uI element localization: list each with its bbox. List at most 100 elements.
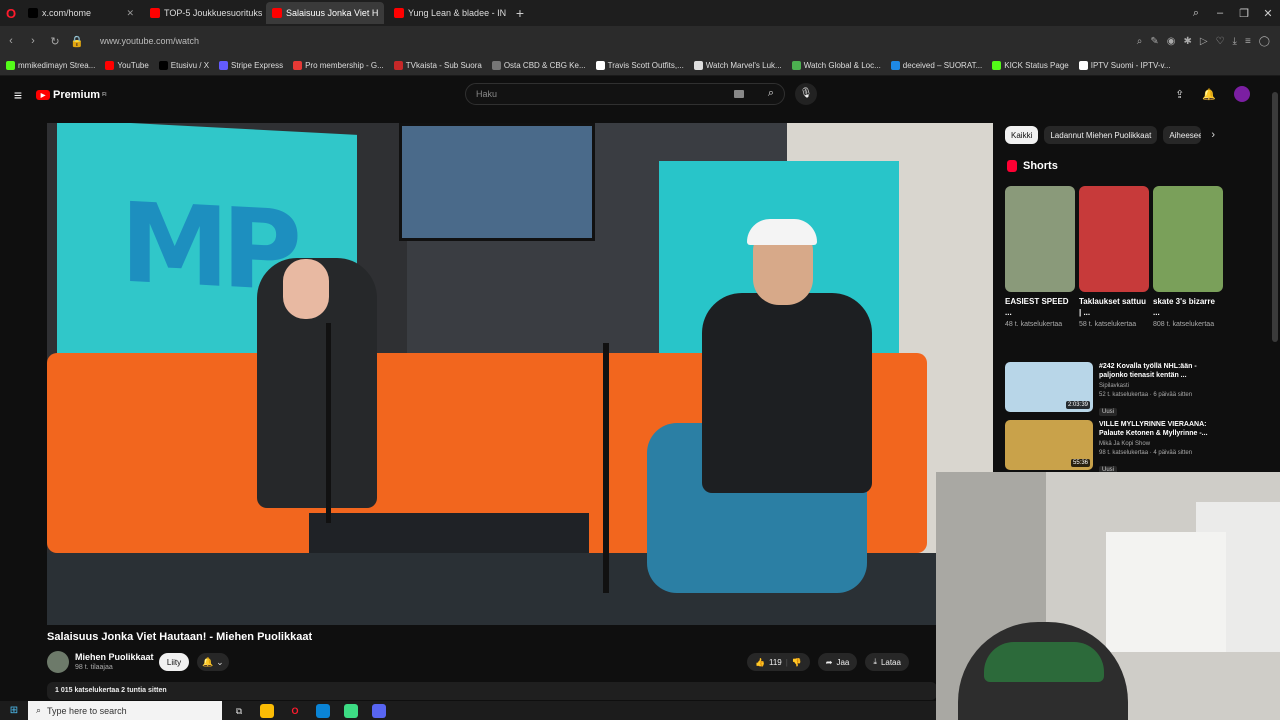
- channel-name[interactable]: Miehen Puolikkaat: [75, 652, 154, 662]
- bookmark-item[interactable]: mmikedimayn Strea...: [6, 61, 95, 70]
- short-thumbnail[interactable]: [1079, 186, 1149, 292]
- bookmark-item[interactable]: Watch Marvel's Luk...: [693, 61, 782, 70]
- reload-button[interactable]: ↻: [44, 35, 66, 48]
- bookmark-item[interactable]: YouTube: [105, 61, 149, 70]
- browser-tab[interactable]: TOP-5 Joukkuesuorituksei✕: [144, 2, 262, 24]
- bookmark-item[interactable]: TVkaista - Sub Suora: [393, 61, 482, 70]
- like-button[interactable]: 👍 119 | 👎: [747, 653, 810, 671]
- short-title[interactable]: Taklaukset sattuu | ...: [1079, 296, 1149, 318]
- video-scene-table: [309, 513, 589, 553]
- channel-avatar[interactable]: [47, 651, 69, 673]
- bookmark-item[interactable]: Travis Scott Outfits,...: [595, 61, 684, 70]
- search-input[interactable]: Haku ⌕: [465, 83, 785, 105]
- bookmark-item[interactable]: Pro membership - G...: [293, 61, 384, 70]
- thumbs-down-icon[interactable]: 👎: [792, 658, 802, 667]
- short-title[interactable]: skate 3's bizarre ...: [1153, 296, 1223, 318]
- bookmark-item[interactable]: Etusivu / X: [158, 61, 209, 70]
- chevron-right-icon[interactable]: ›: [1211, 129, 1215, 141]
- description-box[interactable]: 1 015 katselukertaa 2 tuntia sitten: [47, 682, 937, 700]
- recommendation-channel[interactable]: Sipilavkasti: [1099, 382, 1225, 391]
- shorts-heading: Shorts: [1007, 160, 1058, 172]
- discord-icon[interactable]: [372, 703, 386, 718]
- url-field[interactable]: www.youtube.com/watch: [100, 36, 1137, 46]
- tab-close-icon[interactable]: ✕: [378, 8, 384, 19]
- chrome-icon[interactable]: [260, 703, 274, 718]
- youtube-premium-logo[interactable]: ▶ Premium FI: [36, 89, 107, 101]
- short-thumbnail[interactable]: [1153, 186, 1223, 292]
- chip-all[interactable]: Kaikki: [1005, 126, 1039, 144]
- close-window-button[interactable]: ✕: [1256, 7, 1280, 20]
- video-player[interactable]: MP: [47, 123, 993, 625]
- app-icon[interactable]: [344, 703, 358, 718]
- bookmark-item[interactable]: deceived – SUORAT...: [890, 61, 982, 70]
- play-icon[interactable]: ▷: [1200, 36, 1208, 47]
- upload-icon[interactable]: ⇪: [1175, 88, 1184, 101]
- filter-chips: Kaikki Ladannut Miehen Puolikkaat Aihees…: [1005, 126, 1215, 144]
- bookmark-item[interactable]: IPTV Suomi - IPTV-v...: [1078, 61, 1171, 70]
- short-item[interactable]: Taklaukset sattuu | ... 58 t. katselukert…: [1079, 186, 1149, 329]
- notification-bell-button[interactable]: 🔔 ⌄: [197, 653, 229, 671]
- extension-icon[interactable]: ✱: [1183, 36, 1191, 47]
- avatar[interactable]: [1234, 86, 1250, 102]
- bookmark-label: KICK Status Page: [1004, 61, 1069, 70]
- bookmark-item[interactable]: KICK Status Page: [992, 61, 1069, 70]
- chip-channel[interactable]: Ladannut Miehen Puolikkaat: [1044, 126, 1158, 144]
- opera-icon[interactable]: O: [288, 704, 302, 718]
- page-scrollbar[interactable]: [1272, 92, 1278, 342]
- bookmark-favicon-icon: [158, 61, 168, 70]
- short-item[interactable]: skate 3's bizarre ... 808 t. katselukerta…: [1153, 186, 1223, 329]
- recommendation-info: VILLE MYLLYRINNE VIERAANA: Palaute Keton…: [1099, 420, 1225, 474]
- microphone-icon[interactable]: 🎙: [795, 83, 817, 105]
- chip-related[interactable]: Aiheeseen: [1163, 126, 1202, 144]
- tab-close-icon[interactable]: ✕: [120, 8, 134, 19]
- task-view-icon[interactable]: ⧉: [232, 704, 246, 718]
- heart-icon[interactable]: ♡: [1216, 36, 1225, 47]
- opera-logo-icon[interactable]: O: [0, 0, 22, 26]
- search-tabs-icon[interactable]: ⌕: [1184, 7, 1208, 20]
- camera-icon[interactable]: ◉: [1167, 36, 1176, 47]
- recommendation-thumbnail[interactable]: 2:03:39: [1005, 362, 1093, 412]
- recommendation-channel[interactable]: Mikä Ja Kopi Show: [1099, 440, 1225, 449]
- video-scene-mic-stand-right: [603, 343, 609, 593]
- bookmark-item[interactable]: Osta CBD & CBG Ke...: [491, 61, 586, 70]
- hamburger-menu-icon[interactable]: ≡: [0, 87, 36, 103]
- bookmark-item[interactable]: Stripe Express: [219, 61, 283, 70]
- back-button[interactable]: ‹: [0, 35, 22, 47]
- new-tab-button[interactable]: +: [512, 5, 528, 21]
- share-button[interactable]: ➦ Jaa: [817, 653, 858, 671]
- edit-icon[interactable]: ✎: [1150, 36, 1158, 47]
- search-icon[interactable]: ⌕: [768, 87, 774, 100]
- taskbar-search-input[interactable]: ⌕ Type here to search: [28, 701, 222, 720]
- browser-tab[interactable]: Salaisuus Jonka Viet H✕: [266, 2, 384, 24]
- recommendation-item[interactable]: 55:36 VILLE MYLLYRINNE VIERAANA: Palaute …: [1005, 420, 1225, 474]
- zoom-icon[interactable]: ⌕: [1137, 36, 1143, 47]
- menu-icon[interactable]: ≡: [1245, 36, 1251, 47]
- browser-tab[interactable]: x.com/home ✕: [22, 2, 140, 24]
- minimize-button[interactable]: –: [1208, 7, 1232, 19]
- youtube-play-icon: ▶: [36, 90, 50, 100]
- recommendation-title[interactable]: VILLE MYLLYRINNE VIERAANA: Palaute Keton…: [1099, 420, 1225, 438]
- keyboard-icon[interactable]: [734, 90, 744, 98]
- short-title[interactable]: EASIEST SPEED ...: [1005, 296, 1075, 318]
- download-icon[interactable]: ⤓: [1233, 36, 1237, 47]
- bookmark-item[interactable]: Watch Global & Loc...: [791, 61, 881, 70]
- forward-button[interactable]: ›: [22, 35, 44, 47]
- maximize-button[interactable]: ❐: [1232, 7, 1256, 20]
- video-scene-mic-stand: [326, 323, 331, 523]
- browser-tab[interactable]: Yung Lean & bladee - INF✕: [388, 2, 506, 24]
- join-button[interactable]: Liity: [159, 653, 189, 671]
- recommendation-item[interactable]: 2:03:39 #242 Kovalla työllä NHL:ään - pal…: [1005, 362, 1225, 416]
- short-item[interactable]: EASIEST SPEED ... 48 t. katselukertaa: [1005, 186, 1075, 329]
- short-thumbnail[interactable]: [1005, 186, 1075, 292]
- edge-icon[interactable]: [316, 703, 330, 718]
- bell-icon[interactable]: 🔔: [1202, 88, 1216, 101]
- bell-icon: 🔔 ⌄: [202, 656, 224, 667]
- profile-icon[interactable]: ◯: [1259, 36, 1270, 47]
- recommendation-thumbnail[interactable]: 55:36: [1005, 420, 1093, 470]
- webcam-hat: [984, 642, 1104, 682]
- windows-start-icon[interactable]: ⊞: [0, 705, 28, 716]
- bookmark-favicon-icon: [105, 61, 115, 70]
- download-button[interactable]: ⤓ Lataa: [865, 653, 909, 671]
- recommendation-title[interactable]: #242 Kovalla työllä NHL:ään - paljonko t…: [1099, 362, 1225, 380]
- webcam-kitchen: [1106, 532, 1226, 652]
